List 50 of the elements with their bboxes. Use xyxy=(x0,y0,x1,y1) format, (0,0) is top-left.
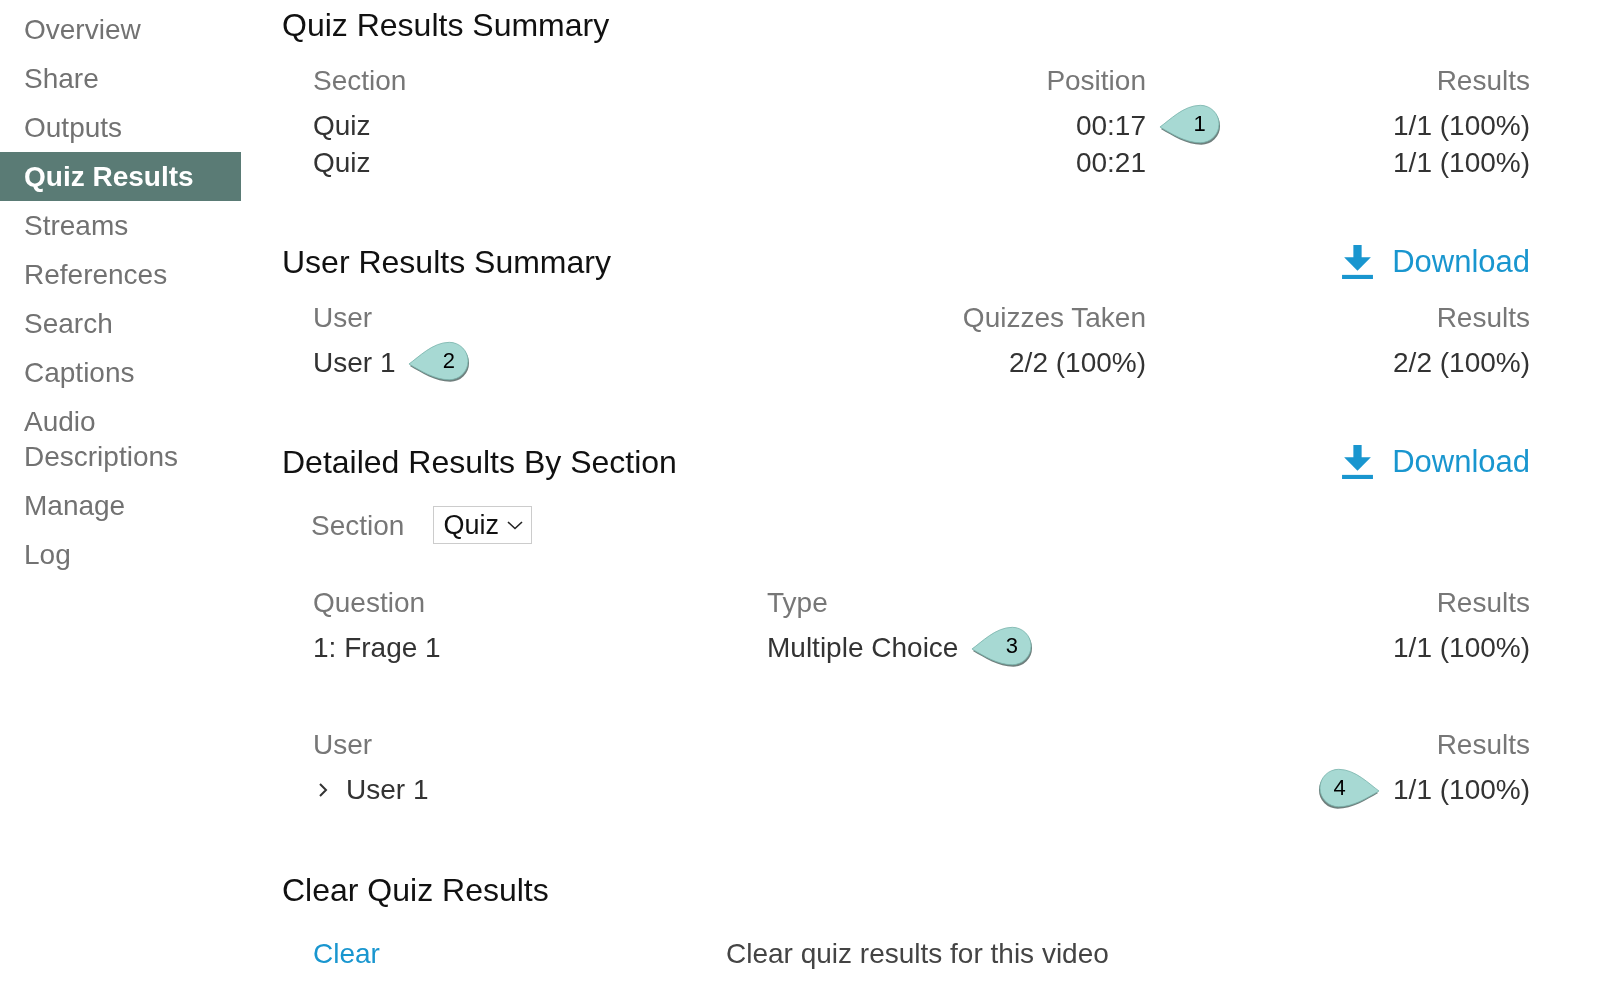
column-header: Type xyxy=(767,586,829,620)
column-header: User xyxy=(313,301,374,335)
table-cell: 2/2 (100%) xyxy=(1393,347,1530,378)
table-cell: 00:17 xyxy=(1075,110,1146,141)
download-icon xyxy=(1342,444,1374,479)
column-header: Results xyxy=(1435,586,1530,620)
sidebar-item[interactable]: Overview xyxy=(0,5,241,54)
column-header: Question xyxy=(313,586,427,620)
table-cell: User 1 xyxy=(346,774,429,805)
table-cell: Quiz xyxy=(313,147,371,178)
table-cell: 1/1 (100%) xyxy=(1393,632,1530,663)
section-title: Quiz Results Summary xyxy=(282,7,610,43)
table-cell: Multiple Choice xyxy=(767,632,959,663)
sidebar-item[interactable]: Log xyxy=(0,530,241,579)
table-cell: Quiz xyxy=(313,110,371,141)
table-cell: 2/2 (100%) xyxy=(1009,347,1146,378)
column-header: Results xyxy=(1435,64,1530,98)
section-title: User Results Summary xyxy=(282,243,611,280)
column-header: Section xyxy=(313,64,408,98)
table-cell: 1/1 (100%) xyxy=(1393,147,1530,178)
chevron-right-icon[interactable] xyxy=(318,781,328,798)
column-header: Quizzes Taken xyxy=(961,301,1146,335)
table-cell: 1: Frage 1 xyxy=(313,632,441,663)
table-cell: 00:21 xyxy=(1075,147,1146,178)
column-header: Position xyxy=(1045,64,1146,98)
column-header: Results xyxy=(1435,728,1530,762)
table-cell: 1/1 (100%) xyxy=(1393,110,1530,141)
sidebar-item[interactable]: Search xyxy=(0,299,241,348)
chevron-down-icon xyxy=(506,520,523,530)
sidebar-item[interactable]: Manage xyxy=(0,481,241,530)
filter-label: Section xyxy=(311,508,405,543)
sidebar-item[interactable]: Captions xyxy=(0,348,241,397)
download-link[interactable]: Download xyxy=(1342,243,1530,280)
section-title: Clear Quiz Results xyxy=(282,872,549,908)
column-header: Results xyxy=(1435,301,1530,335)
section-select[interactable]: Quiz xyxy=(433,506,532,544)
section-title: Detailed Results By Section xyxy=(282,443,677,480)
table-cell: 1/1 (100%) xyxy=(1393,774,1530,805)
sidebar-item[interactable]: Streams xyxy=(0,201,241,250)
clear-link[interactable]: Clear xyxy=(313,935,380,972)
sidebar-item[interactable]: Quiz Results xyxy=(0,152,241,201)
sidebar-item[interactable]: Share xyxy=(0,54,241,103)
table-cell: User 1 xyxy=(313,347,396,378)
column-header: User xyxy=(313,728,374,762)
sidebar-item[interactable]: References xyxy=(0,250,241,299)
download-icon xyxy=(1342,244,1374,279)
sidebar-item[interactable]: Outputs xyxy=(0,103,241,152)
sidebar-item[interactable]: Audio Descriptions xyxy=(0,397,241,481)
download-link[interactable]: Download xyxy=(1342,443,1530,480)
description-text: Clear quiz results for this video xyxy=(726,937,1110,971)
